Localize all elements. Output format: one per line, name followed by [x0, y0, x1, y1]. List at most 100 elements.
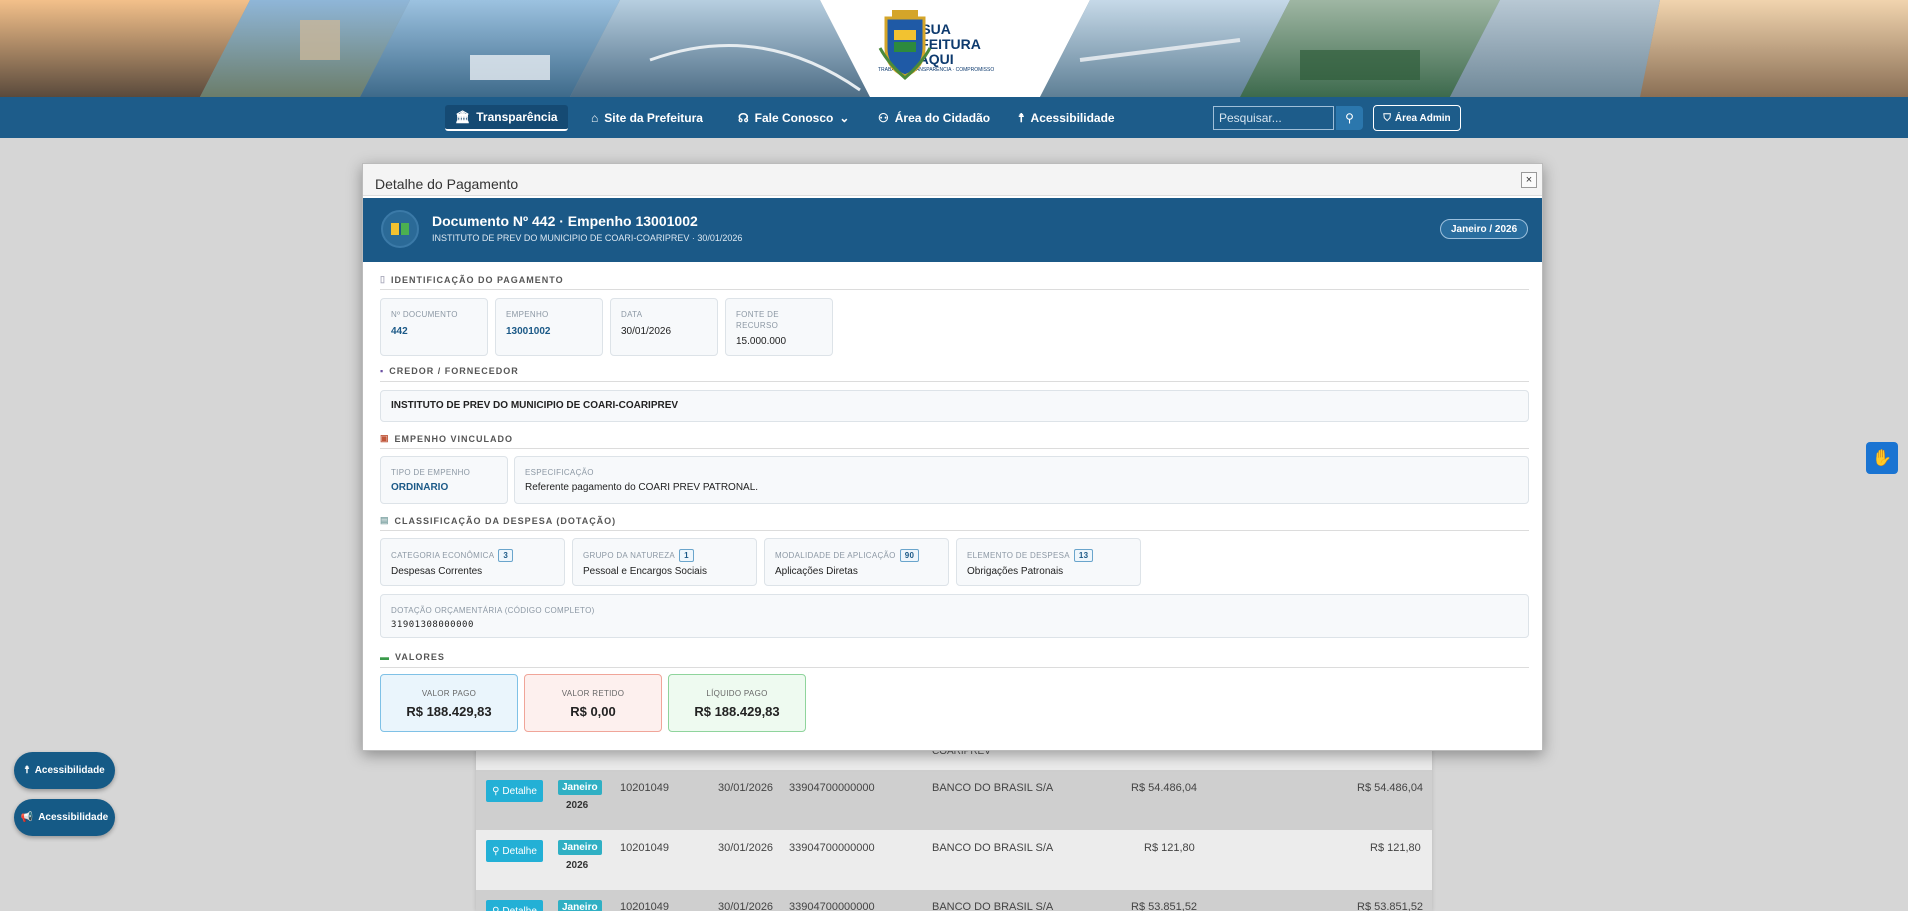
megaphone-icon: 📢: [20, 812, 34, 823]
detail-button[interactable]: ⚲ Detalhe: [486, 840, 543, 862]
prefeitura-logo[interactable]: SUA PREFEITURA AQUI TRABALHO · TRANSPARÊ…: [878, 8, 1024, 88]
doc-cell: 10201049: [620, 901, 669, 911]
credor-cell: BANCO DO BRASIL S/A: [932, 842, 1054, 854]
search-input[interactable]: [1213, 106, 1334, 130]
accessibility-icon: ☨: [1018, 111, 1025, 125]
date-cell: 30/01/2026: [718, 782, 774, 794]
bank-icon: 🏛: [455, 110, 471, 124]
close-icon: ×: [1525, 174, 1533, 186]
accessibility-icon: ☨: [24, 765, 30, 776]
nav-label: Site da Prefeitura: [604, 111, 703, 125]
section-divider: [380, 530, 1529, 531]
coat-of-arms-icon: [878, 10, 932, 80]
headset-icon: ☊: [738, 111, 749, 125]
users-icon: ▪: [380, 366, 385, 376]
doc-cell: 10201049: [620, 782, 669, 794]
close-button[interactable]: ×: [1521, 172, 1537, 188]
liquido-cell: R$ 53.851,52: [1357, 901, 1424, 911]
card-fonte-recurso: FONTE DE RECURSO 15.000.000: [725, 298, 833, 356]
search-icon: ⚲: [1345, 111, 1354, 125]
date-cell: 30/01/2026: [718, 901, 774, 911]
detail-button[interactable]: ⚲ Detalhe: [486, 900, 543, 911]
search-icon: ⚲: [492, 905, 500, 911]
card-tipo-empenho: TIPO DE EMPENHO ORDINARIO: [380, 456, 508, 504]
admin-area-button[interactable]: ⛉ Área Admin: [1373, 105, 1461, 131]
liquido-cell: R$ 121,80: [1370, 842, 1421, 854]
date-cell: 30/01/2026: [718, 842, 774, 854]
dotacao-cell: 33904700000000: [789, 782, 875, 794]
dotacao-cell: 33904700000000: [789, 842, 875, 854]
document-title: Documento Nº 442 · Empenho 13001002: [432, 213, 698, 229]
search-icon: ⚲: [492, 845, 500, 857]
nav-acessibilidade[interactable]: ☨ Acessibilidade: [1008, 105, 1125, 131]
nav-fale-conosco[interactable]: ☊ Fale Conosco ⌄: [728, 105, 859, 131]
accessibility-voice-button[interactable]: 📢 Acessibilidade: [14, 799, 115, 836]
admin-label: Área Admin: [1394, 112, 1451, 124]
payment-detail-modal: Detalhe do Pagamento × Documento Nº 442 …: [362, 163, 1543, 751]
section-classificacao: ▤ CLASSIFICAÇÃO DA DESPESA (DOTAÇÃO): [380, 515, 617, 526]
building-icon: ▤: [380, 515, 390, 525]
nav-area-cidadao[interactable]: ⚇ Área do Cidadão: [868, 105, 1000, 131]
search-icon: ⚲: [492, 785, 500, 797]
month-badge: Janeiro: [558, 840, 602, 855]
valor-cell: R$ 53.851,52: [1131, 901, 1198, 911]
sign-language-icon: ✋: [1872, 450, 1892, 467]
shield-icon: ⛉: [1383, 112, 1391, 124]
nav-label: Área do Cidadão: [894, 111, 991, 125]
credor-cell: BANCO DO BRASIL S/A: [932, 901, 1054, 911]
credor-cell: BANCO DO BRASIL S/A: [932, 782, 1054, 794]
document-subtitle: INSTITUTO DE PREV DO MUNICIPIO DE COARI-…: [432, 233, 743, 243]
section-identificacao: ▯ IDENTIFICAÇÃO DO PAGAMENTO: [380, 274, 564, 285]
nav-transparencia[interactable]: 🏛 Transparência: [445, 105, 568, 131]
detail-button[interactable]: ⚲ Detalhe: [486, 780, 543, 802]
doc-cell: 10201049: [620, 842, 669, 854]
section-divider: [380, 667, 1529, 668]
card-empenho: EMPENHO 13001002: [495, 298, 603, 356]
year-text: 2026: [566, 860, 589, 871]
valor-cell: R$ 54.486,04: [1131, 782, 1198, 794]
home-icon: ⌂: [591, 111, 599, 125]
card-credor: INSTITUTO DE PREV DO MUNICIPIO DE COARI-…: [380, 390, 1529, 422]
card-grupo-natureza: GRUPO DA NATUREZA 1 Pessoal e Encargos So…: [572, 538, 757, 586]
dotacao-cell: 33904700000000: [789, 901, 875, 911]
card-modalidade-aplicacao: MODALIDADE DE APLICAÇÃO 90 Aplicações Dir…: [764, 538, 949, 586]
month-badge: Janeiro: [558, 900, 602, 911]
section-valores: ▬ VALORES: [380, 652, 445, 662]
card-valor-retido: VALOR RETIDO R$ 0,00: [524, 674, 662, 732]
section-credor: ▪ CREDOR / FORNECEDOR: [380, 366, 519, 376]
document-header: Documento Nº 442 · Empenho 13001002 INST…: [363, 198, 1542, 262]
users-icon: ⚇: [878, 111, 889, 125]
nav-label: Fale Conosco: [754, 111, 834, 125]
year-text: 2026: [566, 800, 589, 811]
modal-titlebar: Detalhe do Pagamento ×: [363, 164, 1542, 196]
money-icon: ▬: [380, 652, 390, 662]
table-row: ⚲ Detalhe Janeiro 2026 10201049 30/01/202…: [476, 770, 1432, 830]
card-liquido-pago: LÍQUIDO PAGO R$ 188.429,83: [668, 674, 806, 732]
table-row: ⚲ Detalhe Janeiro 2026 10201049 30/01/202…: [476, 830, 1432, 890]
modal-title: Detalhe do Pagamento: [375, 176, 519, 192]
chevron-down-icon: ⌄: [839, 111, 850, 125]
section-divider: [380, 289, 1529, 290]
liquido-cell: R$ 54.486,04: [1357, 782, 1424, 794]
main-navbar: 🏛 Transparência ⌂ Site da Prefeitura ☊ F…: [0, 97, 1908, 138]
nav-label: Transparência: [476, 110, 558, 124]
card-elemento-despesa: ELEMENTO DE DESPESA 13 Obrigações Patrona…: [956, 538, 1141, 586]
vlibras-button[interactable]: ✋: [1866, 442, 1898, 474]
table-row: ⚲ Detalhe Janeiro 10201049 30/01/2026 339…: [476, 890, 1432, 911]
valor-cell: R$ 121,80: [1144, 842, 1195, 854]
card-categoria-economica: CATEGORIA ECONÔMICA 3 Despesas Correntes: [380, 538, 565, 586]
card-especificacao: ESPECIFICAÇÃO Referente pagamento do COA…: [514, 456, 1529, 504]
nav-site-prefeitura[interactable]: ⌂ Site da Prefeitura: [581, 105, 713, 131]
search-button[interactable]: ⚲: [1336, 106, 1363, 130]
period-badge: Janeiro / 2026: [1440, 219, 1529, 239]
book-icon: [381, 210, 419, 248]
clipboard-icon: ▣: [380, 433, 390, 443]
card-dotacao: DOTAÇÃO ORÇAMENTÁRIA (CÓDIGO COMPLETO) 3…: [380, 594, 1529, 638]
section-divider: [380, 448, 1529, 449]
section-empenho: ▣ EMPENHO VINCULADO: [380, 433, 514, 444]
accessibility-float-button[interactable]: ☨ Acessibilidade: [14, 752, 115, 789]
nav-label: Acessibilidade: [1030, 111, 1115, 125]
card-num-documento: Nº DOCUMENTO 442: [380, 298, 488, 356]
card-data: DATA 30/01/2026: [610, 298, 718, 356]
card-valor-pago: VALOR PAGO R$ 188.429,83: [380, 674, 518, 732]
